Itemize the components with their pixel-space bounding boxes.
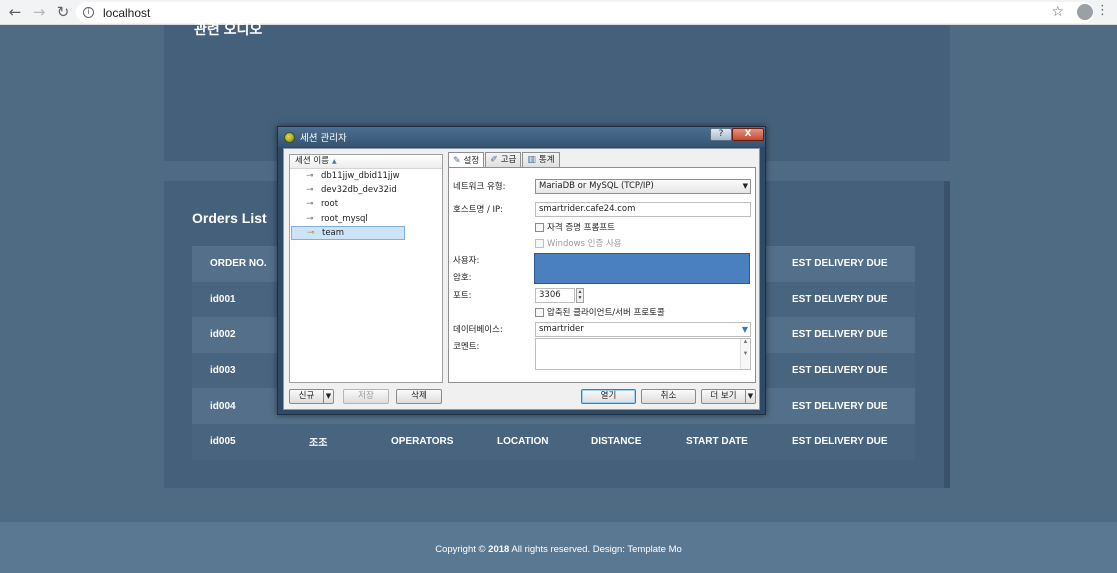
- database-label: 데이터베이스:: [453, 325, 503, 335]
- header-order-no: ORDER NO.: [210, 258, 267, 270]
- cell-order-id: id002: [210, 329, 236, 341]
- network-type-label: 네트워크 유형:: [453, 182, 506, 192]
- port-label: 포트:: [453, 291, 472, 301]
- tab-advanced[interactable]: ✐ 고급: [485, 152, 522, 167]
- comment-label: 코멘트:: [453, 342, 480, 352]
- table-row: id005 조조 OPERATORS LOCATION DISTANCE STA…: [192, 423, 915, 460]
- cell-est-delivery: EST DELIVERY DUE: [792, 436, 888, 448]
- plug-icon: ⊸: [306, 185, 314, 196]
- session-item[interactable]: ⊸ root: [290, 197, 442, 211]
- plug-icon: ⊸: [306, 199, 314, 210]
- redacted-credentials-block[interactable]: [534, 253, 750, 284]
- host-label: 호스트명 / IP:: [453, 205, 504, 215]
- delete-button[interactable]: 삭제: [396, 389, 442, 404]
- cell-order-id: id001: [210, 293, 236, 305]
- cancel-button[interactable]: 취소: [641, 389, 696, 404]
- password-label: 암호:: [453, 273, 472, 283]
- wrench-icon: ✎: [453, 155, 461, 166]
- page-footer: Copyright © 2018 All rights reserved. De…: [0, 522, 1117, 573]
- cell-order-id: id003: [210, 365, 236, 377]
- windows-auth-checkbox[interactable]: Windows 인증 사용: [535, 237, 622, 249]
- cell-order-id: id004: [210, 400, 236, 412]
- settings-tabs: ✎ 설정 ✐ 고급 ▥ 통계: [448, 152, 561, 168]
- close-button[interactable]: X: [732, 128, 764, 141]
- tab-statistics[interactable]: ▥ 통계: [522, 152, 560, 167]
- header-est-delivery: EST DELIVERY DUE: [792, 258, 888, 270]
- forward-icon[interactable]: →: [30, 3, 48, 21]
- chevron-down-icon: ▼: [742, 182, 748, 190]
- compression-checkbox[interactable]: 압축된 클라이언트/서버 프로토콜: [535, 306, 665, 318]
- port-input[interactable]: 3306: [535, 288, 575, 303]
- cell-est-delivery: EST DELIVERY DUE: [792, 293, 888, 305]
- profile-avatar[interactable]: [1077, 4, 1093, 20]
- copyright-text: Copyright © 2018 All rights reserved. De…: [435, 544, 682, 555]
- session-list-header[interactable]: 세션 이름 ▲: [290, 155, 442, 169]
- save-button[interactable]: 저장: [343, 389, 389, 404]
- open-button[interactable]: 열기: [581, 389, 636, 404]
- network-type-select[interactable]: MariaDB or MySQL (TCP/IP) ▼: [535, 179, 751, 194]
- chevron-down-icon[interactable]: ▼: [745, 390, 755, 403]
- section-heading-cut: 관련 오디오: [194, 21, 263, 37]
- comment-scrollbar[interactable]: ▲ ▼: [740, 339, 750, 369]
- back-icon[interactable]: ←: [6, 3, 24, 21]
- database-dropdown-icon[interactable]: ▼: [742, 323, 748, 336]
- database-input[interactable]: smartrider ▼: [535, 322, 751, 337]
- browser-toolbar: ← → ↻ i localhost ☆ ⋮: [0, 0, 1117, 25]
- dialog-title: 세션 관리자: [300, 133, 347, 144]
- cell-distance: DISTANCE: [591, 436, 642, 448]
- settings-pane: 네트워크 유형: MariaDB or MySQL (TCP/IP) ▼ 호스트명…: [448, 167, 756, 383]
- cell-name: 조조: [309, 438, 328, 450]
- cell-start-date: START DATE: [686, 436, 748, 448]
- cell-est-delivery: EST DELIVERY DUE: [792, 329, 888, 341]
- sort-ascending-icon: ▲: [331, 158, 337, 165]
- chevron-down-icon[interactable]: ▼: [323, 390, 333, 403]
- dialog-titlebar[interactable]: 세션 관리자 ? X: [278, 127, 765, 147]
- cell-est-delivery: EST DELIVERY DUE: [792, 365, 888, 377]
- cell-operators: OPERATORS: [391, 436, 454, 448]
- comment-textarea[interactable]: ▲ ▼: [535, 338, 751, 370]
- tab-settings[interactable]: ✎ 설정: [448, 152, 485, 168]
- heidisql-app-icon: [284, 131, 295, 143]
- bar-chart-icon: ▥: [527, 155, 536, 165]
- session-item[interactable]: ⊸ db11jjw_dbid11jjw: [290, 169, 442, 183]
- cell-order-id: id005: [210, 436, 236, 448]
- reload-icon[interactable]: ↻: [54, 3, 72, 21]
- cell-location: LOCATION: [497, 436, 549, 448]
- plug-icon: ⊸: [306, 171, 314, 182]
- session-item-selected[interactable]: ⊸ team: [291, 225, 405, 240]
- plug-icon: ⊸: [306, 213, 314, 224]
- prompt-credentials-checkbox[interactable]: 자격 증명 프롬프트: [535, 221, 615, 233]
- session-item[interactable]: ⊸ root_mysql: [290, 212, 442, 226]
- session-item[interactable]: ⊸ dev32db_dev32id: [290, 183, 442, 197]
- url-text: localhost: [103, 5, 151, 20]
- bookmark-star-icon[interactable]: ☆: [1051, 4, 1064, 20]
- pencil-icon: ✐: [490, 155, 498, 165]
- site-info-icon[interactable]: i: [83, 7, 94, 18]
- cell-est-delivery: EST DELIVERY DUE: [792, 400, 888, 412]
- dialog-body: 세션 이름 ▲ ⊸ db11jjw_dbid11jjw ⊸ dev32db_dev32…: [283, 148, 760, 410]
- more-button[interactable]: 더 보기 ▼: [701, 389, 756, 404]
- host-input[interactable]: smartrider.cafe24.com: [535, 202, 751, 217]
- port-stepper[interactable]: ▲ ▼: [576, 288, 584, 303]
- session-list: 세션 이름 ▲ ⊸ db11jjw_dbid11jjw ⊸ dev32db_dev32…: [289, 154, 443, 383]
- plug-active-icon: ⊸: [307, 227, 315, 238]
- new-session-button[interactable]: 신규 ▼: [289, 389, 334, 404]
- user-label: 사용자:: [453, 256, 480, 266]
- menu-kebab-icon[interactable]: ⋮: [1096, 3, 1109, 18]
- session-manager-dialog: 세션 관리자 ? X 세션 이름 ▲ ⊸ db11jjw_dbid11jjw ⊸ de…: [277, 126, 766, 415]
- orders-title: Orders List: [192, 210, 267, 226]
- help-button[interactable]: ?: [710, 128, 732, 141]
